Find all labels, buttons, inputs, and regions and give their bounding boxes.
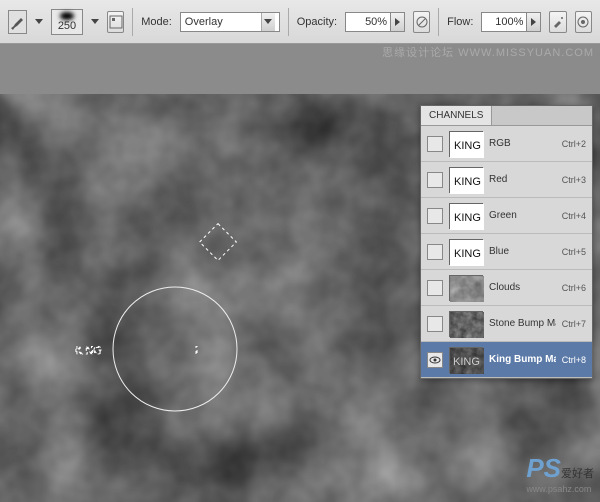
channel-row[interactable]: KING Red Ctrl+3: [421, 162, 592, 198]
opacity-value: 50%: [365, 16, 387, 28]
chevron-down-icon[interactable]: [35, 19, 43, 24]
channel-row[interactable]: KING RGB Ctrl+2: [421, 126, 592, 162]
channels-panel: CHANNELS KING RGB Ctrl+2 KING Red Ctrl+3 KING G…: [420, 105, 593, 379]
opacity-input[interactable]: 50%: [345, 12, 391, 32]
svg-text:KING: KING: [453, 356, 480, 368]
channel-thumb: KING: [449, 239, 483, 265]
airbrush-icon: [551, 15, 565, 29]
separator: [132, 8, 133, 36]
channel-shortcut: Ctrl+2: [562, 139, 586, 149]
channel-shortcut: Ctrl+7: [562, 319, 586, 329]
pressure-opacity-toggle[interactable]: [413, 11, 430, 33]
brush-panel-toggle[interactable]: [107, 11, 124, 33]
channel-name: Stone Bump Map: [489, 318, 556, 329]
visibility-toggle[interactable]: [427, 208, 443, 224]
channel-shortcut: Ctrl+3: [562, 175, 586, 185]
tool-preset-picker[interactable]: [8, 10, 27, 34]
visibility-toggle[interactable]: [427, 280, 443, 296]
chevron-down-icon: [261, 13, 275, 31]
visibility-toggle[interactable]: [427, 352, 443, 368]
tab-channels[interactable]: CHANNELS: [421, 106, 492, 125]
channel-shortcut: Ctrl+6: [562, 283, 586, 293]
palette-icon: [109, 15, 123, 29]
airbrush-toggle[interactable]: [549, 11, 566, 33]
channel-name: Blue: [489, 246, 556, 257]
svg-text:I: I: [195, 345, 198, 357]
channel-thumb: KING: [449, 167, 483, 193]
options-bar: 250 Mode: Overlay Opacity: 50% Flow: 100…: [0, 0, 600, 44]
channel-shortcut: Ctrl+4: [562, 211, 586, 221]
channel-shortcut: Ctrl+5: [562, 247, 586, 257]
chevron-down-icon[interactable]: [91, 19, 99, 24]
target-icon: [576, 15, 590, 29]
channel-row[interactable]: KING Green Ctrl+4: [421, 198, 592, 234]
channel-row[interactable]: KING Blue Ctrl+5: [421, 234, 592, 270]
mode-label: Mode:: [141, 16, 172, 28]
watermark-brand: PS: [526, 453, 561, 483]
channel-name: Red: [489, 174, 556, 185]
channel-name: RGB: [489, 138, 556, 149]
svg-text:KING: KING: [454, 140, 481, 152]
flow-flyout[interactable]: [527, 12, 541, 32]
flow-label: Flow:: [447, 16, 473, 28]
visibility-toggle[interactable]: [427, 244, 443, 260]
visibility-toggle[interactable]: [427, 316, 443, 332]
channel-name: Clouds: [489, 282, 556, 293]
brush-size-label: 250: [58, 20, 76, 32]
tablet-icon: [415, 15, 429, 29]
separator: [288, 8, 289, 36]
channel-row[interactable]: Stone Bump Map Ctrl+7: [421, 306, 592, 342]
brush-preset-picker[interactable]: 250: [51, 9, 83, 35]
mode-dropdown[interactable]: Overlay: [180, 12, 280, 32]
channel-thumb: KING: [449, 131, 483, 157]
visibility-toggle[interactable]: [427, 172, 443, 188]
brush-dot-icon: [60, 12, 74, 20]
channel-thumb: [449, 275, 483, 301]
watermark-bottom: PS爱好者 www.psahz.com: [526, 453, 594, 494]
flow-value: 100%: [495, 16, 523, 28]
channel-thumb: [449, 311, 483, 337]
svg-text:KING: KING: [454, 212, 481, 224]
eye-icon: [429, 356, 441, 364]
mode-value: Overlay: [185, 16, 257, 28]
brush-icon: [9, 14, 25, 30]
channel-thumb: KING: [449, 347, 483, 373]
watermark-url: www.psahz.com: [526, 484, 594, 494]
channel-name: King Bump Map: [489, 354, 556, 365]
king-selection-outline: K NG: [75, 345, 102, 357]
watermark-text: 爱好者: [561, 468, 594, 480]
opacity-flyout[interactable]: [391, 12, 405, 32]
channel-row[interactable]: KING King Bump Map Ctrl+8: [421, 342, 592, 378]
pressure-size-toggle[interactable]: [575, 11, 592, 33]
separator: [438, 8, 439, 36]
channels-list: KING RGB Ctrl+2 KING Red Ctrl+3 KING Green Ctrl+…: [421, 126, 592, 378]
channel-row[interactable]: Clouds Ctrl+6: [421, 270, 592, 306]
svg-text:KING: KING: [454, 248, 481, 260]
workspace: 思缘设计论坛 WWW.MISSYUAN.COM K NG I K: [0, 44, 600, 502]
channel-shortcut: Ctrl+8: [562, 355, 586, 365]
visibility-toggle[interactable]: [427, 136, 443, 152]
panel-tabs: CHANNELS: [421, 106, 592, 126]
svg-text:KING: KING: [454, 176, 481, 188]
watermark-top: 思缘设计论坛 WWW.MISSYUAN.COM: [382, 44, 594, 60]
channel-name: Green: [489, 210, 556, 221]
flow-input[interactable]: 100%: [481, 12, 527, 32]
channel-thumb: KING: [449, 203, 483, 229]
opacity-label: Opacity:: [297, 16, 337, 28]
